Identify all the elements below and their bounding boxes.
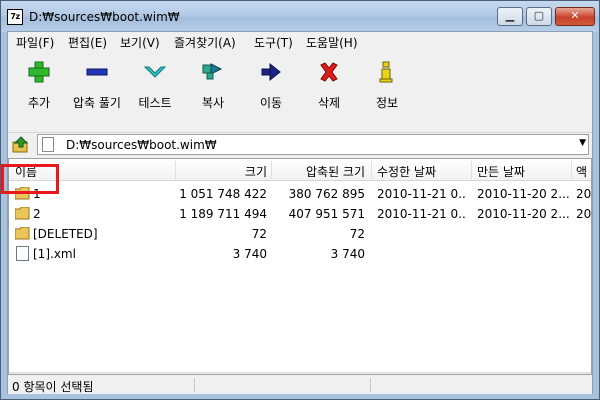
file-size: 1 051 748 422 [179,187,267,201]
toolbar: 추가 압축 풀기 테스트 복사 이동 삭제 정보 [8,52,592,132]
menu-view[interactable]: 보기(V) [120,34,160,51]
delete-button[interactable]: 삭제 [300,56,358,126]
add-icon [28,61,50,83]
folder-icon [15,207,30,220]
menu-bar: 파일(F) 편집(E) 보기(V) 즐겨찾기(A) 도구(T) 도움말(H) [8,32,592,51]
column-divider[interactable] [371,161,372,179]
file-name: [1].xml [33,247,76,261]
status-divider [370,378,371,392]
menu-favorites[interactable]: 즐겨찾기(A) [174,34,236,51]
header-modified[interactable]: 수정한 날짜 [377,163,467,180]
delete-label: 삭제 [317,96,341,110]
file-extra: 20 [576,207,592,221]
file-packed-size: 3 740 [330,247,365,261]
file-size: 3 740 [232,247,267,261]
menu-edit[interactable]: 편집(E) [68,34,107,51]
address-input[interactable]: D:₩sources₩boot.wim₩ ▼ [37,134,589,155]
maximize-button[interactable]: ▢ [526,7,552,26]
status-text: 0 항목이 선택됨 [12,380,94,394]
move-icon [261,62,281,82]
horizontal-scrollbar[interactable]: ◀ ▶ [9,372,591,374]
test-label: 테스트 [138,96,172,110]
info-icon [379,61,393,83]
file-created: 2010-11-20 2... [477,207,570,221]
header-size[interactable]: 크기 [175,163,267,180]
file-packed-size: 407 951 571 [288,207,365,221]
folder-icon [15,227,30,240]
column-headers: 이름 크기 압축된 크기 수정한 날짜 만든 날짜 액 [9,159,591,181]
move-button[interactable]: 이동 [242,56,300,126]
xml-file-icon [16,246,29,261]
column-divider[interactable] [571,161,572,179]
file-extra: 20 [576,187,592,201]
add-button[interactable]: 추가 [10,56,68,126]
app-window: 7z D:₩sources₩boot.wim₩ ▁ ▢ ✕ 파일(F) 편집(E… [0,0,600,400]
chevron-down-icon[interactable]: ▼ [579,138,586,148]
address-path: D:₩sources₩boot.wim₩ [66,138,217,152]
minimize-button[interactable]: ▁ [497,7,523,26]
info-label: 정보 [375,96,399,110]
app-icon: 7z [7,9,23,25]
file-size: 72 [251,227,267,241]
file-size: 1 189 711 494 [179,207,267,221]
menu-help[interactable]: 도움말(H) [306,34,358,51]
file-modified: 2010-11-21 0... [377,207,467,221]
file-packed-size: 380 762 895 [288,187,365,201]
extract-icon [86,68,108,76]
add-label: 추가 [27,96,51,110]
client-area: 파일(F) 편집(E) 보기(V) 즐겨찾기(A) 도구(T) 도움말(H) 추… [7,31,593,394]
test-button[interactable]: 테스트 [126,56,184,126]
info-button[interactable]: 정보 [358,56,416,126]
delete-icon [320,62,338,82]
extract-label: 압축 풀기 [73,96,121,110]
move-label: 이동 [259,96,283,110]
file-modified: 2010-11-21 0... [377,187,467,201]
file-list: 이름 크기 압축된 크기 수정한 날짜 만든 날짜 액 1 1 051 748 … [8,158,592,375]
status-divider [194,378,195,392]
close-button[interactable]: ✕ [555,7,595,26]
address-bar: D:₩sources₩boot.wim₩ ▼ [8,132,592,156]
header-packed-size[interactable]: 압축된 크기 [271,163,365,180]
menu-tools[interactable]: 도구(T) [254,34,293,51]
header-extra[interactable]: 액 [576,163,591,180]
extract-button[interactable]: 압축 풀기 [68,56,126,126]
file-name: 2 [33,207,41,221]
file-created: 2010-11-20 2... [477,187,570,201]
header-created[interactable]: 만든 날짜 [477,163,571,180]
table-row[interactable]: [1].xml 3 740 3 740 [9,244,591,264]
file-packed-size: 72 [349,227,365,241]
file-name: [DELETED] [33,227,98,241]
table-row[interactable]: 2 1 189 711 494 407 951 571 2010-11-21 0… [9,204,592,224]
menu-file[interactable]: 파일(F) [16,34,54,51]
status-bar: 0 항목이 선택됨 [8,376,592,394]
table-row[interactable]: 1 1 051 748 422 380 762 895 2010-11-21 0… [9,184,592,204]
test-icon [143,66,167,78]
title-bar[interactable]: 7z D:₩sources₩boot.wim₩ ▁ ▢ ✕ [1,1,599,32]
window-title: D:₩sources₩boot.wim₩ [29,10,180,24]
highlight-annotation [1,164,59,194]
file-icon [42,137,54,152]
copy-label: 복사 [201,96,225,110]
folder-up-icon[interactable] [12,136,30,154]
column-divider[interactable] [471,161,472,179]
copy-icon [202,63,223,80]
table-row[interactable]: [DELETED] 72 72 [9,224,591,244]
copy-button[interactable]: 복사 [184,56,242,126]
